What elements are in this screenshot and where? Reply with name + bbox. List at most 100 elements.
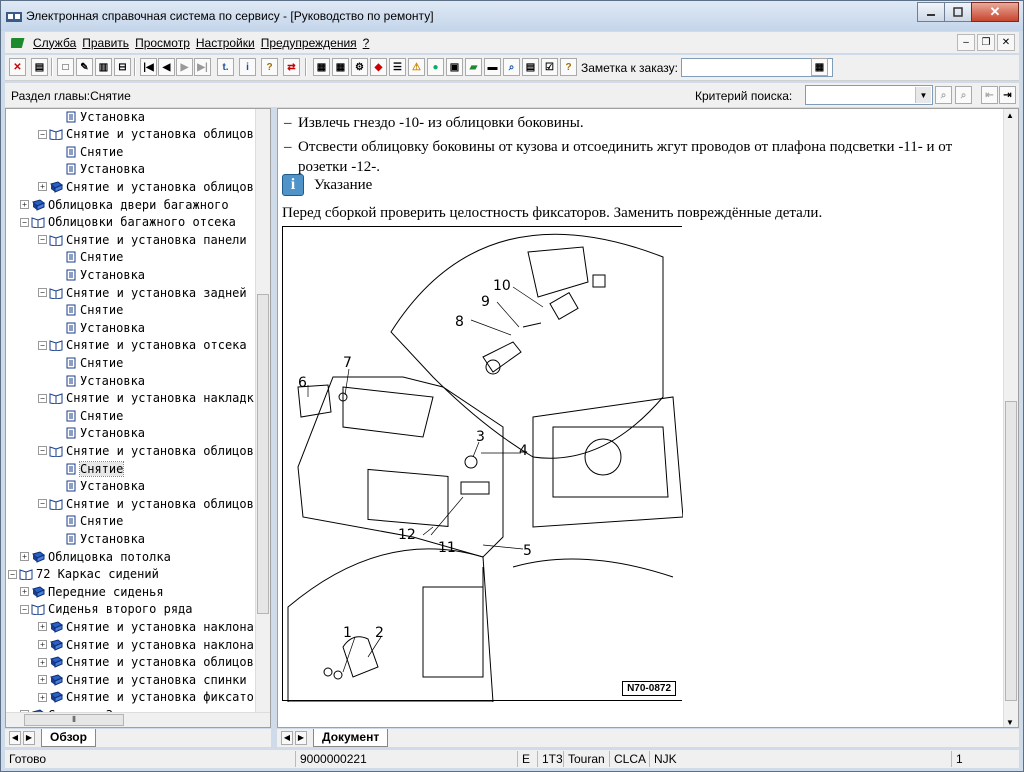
collapse-icon[interactable]: ⇤ [981, 86, 998, 104]
tree-item[interactable]: + Снятие и установка спинки [38, 671, 247, 688]
scroll-down-icon[interactable]: ▼ [1006, 718, 1014, 727]
scrollbar-thumb[interactable]: ⦀ [24, 714, 124, 726]
new-document-icon[interactable]: □ [57, 58, 74, 76]
menu-edit[interactable]: Править [82, 36, 129, 50]
tree-item[interactable]: − Снятие и установка панели [38, 231, 247, 248]
tree-item[interactable]: − Сиденья второго ряда [20, 601, 193, 618]
tree-item[interactable]: − Снятие и установка задней [38, 284, 247, 301]
collapse-toggle-icon[interactable]: − [38, 129, 47, 139]
tree-item[interactable]: + Облицовка двери багажного [20, 196, 229, 213]
menu-settings[interactable]: Настройки [196, 36, 255, 50]
page-icon[interactable]: ▥ [95, 58, 112, 76]
expand-icon[interactable]: ⇥ [999, 86, 1016, 104]
tree-item[interactable]: + Снятие и установка наклона [38, 636, 254, 653]
close-button[interactable]: ✕ [971, 2, 1019, 22]
tree-item[interactable]: + Снятие и установка наклона [38, 618, 254, 635]
expand-toggle-icon[interactable]: + [20, 200, 29, 209]
tree-item[interactable]: Снятие [66, 143, 123, 160]
mdi-minimize-button[interactable]: – [957, 34, 975, 51]
collapse-toggle-icon[interactable]: − [38, 446, 47, 456]
collapse-toggle-icon[interactable]: − [38, 288, 47, 297]
mdi-close-button[interactable]: ✕ [997, 34, 1015, 51]
tab-overview[interactable]: Обзор [41, 729, 96, 747]
tree-item[interactable]: − Снятие и установка облицовки [38, 495, 256, 512]
first-page-icon[interactable]: |◀ [140, 58, 157, 76]
tree-item[interactable]: Установка [66, 372, 145, 389]
calendar-icon[interactable]: ▦ [811, 58, 828, 76]
edit-icon[interactable]: ✎ [76, 58, 93, 76]
question-icon[interactable]: ? [560, 58, 577, 76]
tree-item[interactable]: Установка [66, 478, 145, 495]
tree-item[interactable]: Снятие [66, 460, 125, 477]
check-icon[interactable]: ☑ [541, 58, 558, 76]
tree-item[interactable]: Снятие [66, 354, 123, 371]
menu-warnings[interactable]: Предупреждения [261, 36, 357, 50]
menu-service[interactable]: Служба [33, 36, 76, 50]
tree-item[interactable]: + Снятие и установка облицовки [38, 654, 256, 671]
expand-toggle-icon[interactable]: + [38, 640, 47, 649]
tree-item[interactable]: Установка [66, 425, 145, 442]
tree-item[interactable]: − Облицовки багажного отсека [20, 214, 236, 231]
search-criteria-select[interactable]: ▼ [805, 85, 933, 105]
collapse-toggle-icon[interactable]: − [38, 393, 47, 403]
tree-item[interactable]: Снятие [66, 513, 123, 530]
tab-document[interactable]: Документ [313, 729, 389, 747]
chevron-down-icon[interactable]: ▼ [915, 87, 931, 103]
t-icon[interactable]: t. [217, 58, 234, 76]
tree-item[interactable]: Снятие [66, 249, 123, 266]
maximize-button[interactable] [944, 2, 972, 22]
tree-item[interactable]: + Передние сиденья [20, 583, 164, 600]
save-icon[interactable]: ▣ [446, 58, 463, 76]
car-icon[interactable]: ⊟ [114, 58, 131, 76]
tree-item[interactable]: Снятие [66, 407, 123, 424]
book-green-icon[interactable]: ▰ [465, 58, 482, 76]
menu-view[interactable]: Просмотр [135, 36, 190, 50]
tree-item[interactable]: Установка [66, 161, 145, 178]
minimize-button[interactable] [917, 2, 945, 22]
globe-icon[interactable]: ● [427, 58, 444, 76]
warning-icon[interactable]: ⚠ [408, 58, 425, 76]
tree-item[interactable]: − Снятие и установка облицовки [38, 126, 256, 143]
info-icon[interactable]: i [239, 58, 256, 76]
tree-item[interactable]: Установка [66, 530, 145, 547]
tree-item[interactable]: − Снятие и установка отсека [38, 337, 247, 354]
expand-toggle-icon[interactable]: + [38, 182, 47, 192]
next-page-icon[interactable]: ▶ [176, 58, 193, 76]
help-icon[interactable]: ? [261, 58, 278, 76]
scrollbar-thumb[interactable] [1005, 401, 1017, 701]
tree-item[interactable]: + Облицовка потолка [20, 548, 171, 565]
tab-next-icon[interactable]: ▶ [295, 731, 307, 745]
expand-toggle-icon[interactable]: + [20, 552, 29, 561]
swap-icon[interactable]: ⇄ [283, 58, 300, 76]
document-vertical-scrollbar[interactable]: ▲ ▼ [1003, 109, 1018, 727]
find-next-icon[interactable]: ⌕ [955, 86, 972, 104]
last-page-icon[interactable]: ▶| [194, 58, 211, 76]
expand-toggle-icon[interactable]: + [38, 622, 47, 632]
scroll-up-icon[interactable]: ▲ [1006, 111, 1014, 120]
scrollbar-thumb[interactable] [257, 294, 269, 614]
tab-prev-icon[interactable]: ◀ [281, 731, 293, 745]
tree-item[interactable]: Снятие [66, 302, 123, 319]
gear-icon[interactable]: ⚙ [351, 58, 368, 76]
prev-page-icon[interactable]: ◀ [158, 58, 175, 76]
title-bar[interactable]: Электронная справочная система по сервис… [1, 1, 1023, 31]
tree-vertical-scrollbar[interactable] [255, 109, 270, 713]
collapse-toggle-icon[interactable]: − [38, 235, 47, 245]
collapse-toggle-icon[interactable]: − [38, 499, 47, 509]
document-icon[interactable]: ▤ [522, 58, 539, 76]
tree-item[interactable]: − Снятие и установка облицовки [38, 442, 256, 459]
mdi-restore-button[interactable]: ❐ [977, 34, 995, 51]
tree-item[interactable]: − 72 Каркас сидений [8, 566, 159, 583]
tree-item[interactable]: Установка [66, 266, 145, 283]
tree-item[interactable]: Установка [66, 109, 145, 125]
list-icon[interactable]: ☰ [389, 58, 406, 76]
tab-prev-icon[interactable]: ◀ [9, 731, 21, 745]
collapse-toggle-icon[interactable]: − [20, 217, 29, 227]
search-icon[interactable]: ⌕ [503, 58, 520, 76]
collapse-toggle-icon[interactable]: − [38, 340, 47, 350]
menu-help[interactable]: ? [363, 36, 370, 50]
expand-toggle-icon[interactable]: + [38, 675, 47, 685]
expand-toggle-icon[interactable]: + [20, 587, 29, 597]
exit-icon[interactable]: ✕ [9, 58, 26, 76]
collapse-toggle-icon[interactable]: − [8, 569, 17, 579]
